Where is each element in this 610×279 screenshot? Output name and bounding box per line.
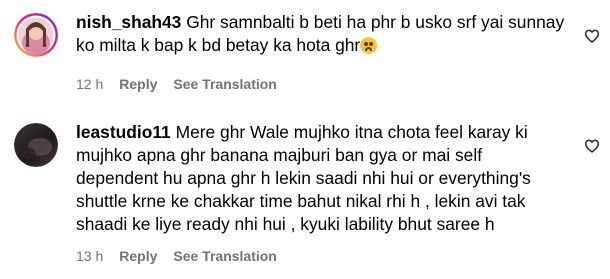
comment-username[interactable]: leastudio11 — [76, 122, 171, 142]
see-translation-button[interactable]: See Translation — [173, 76, 276, 92]
reply-button[interactable]: Reply — [119, 76, 157, 92]
comment-text: leastudio11 Mere ghr Wale mujhko itna ch… — [76, 121, 566, 236]
comment-timestamp: 13 h — [76, 248, 104, 264]
comment-item: nish_shah43 Ghr samnbalti b beti ha phr … — [0, 0, 610, 110]
comment-meta: 12 h Reply See Translation — [76, 76, 277, 92]
heart-outline-icon[interactable] — [584, 138, 600, 154]
reply-button[interactable]: Reply — [119, 248, 157, 264]
sad-face-emoji-icon — [360, 37, 378, 54]
comment-meta: 13 h Reply See Translation — [76, 248, 277, 264]
comment-item: leastudio11 Mere ghr Wale mujhko itna ch… — [0, 110, 610, 279]
comment-text: nish_shah43 Ghr samnbalti b beti ha phr … — [76, 11, 566, 57]
heart-outline-icon[interactable] — [584, 28, 600, 44]
see-translation-button[interactable]: See Translation — [173, 248, 276, 264]
comment-username[interactable]: nish_shah43 — [76, 12, 181, 32]
avatar[interactable] — [14, 123, 58, 167]
comment-timestamp: 12 h — [76, 76, 104, 92]
avatar[interactable] — [14, 13, 58, 57]
